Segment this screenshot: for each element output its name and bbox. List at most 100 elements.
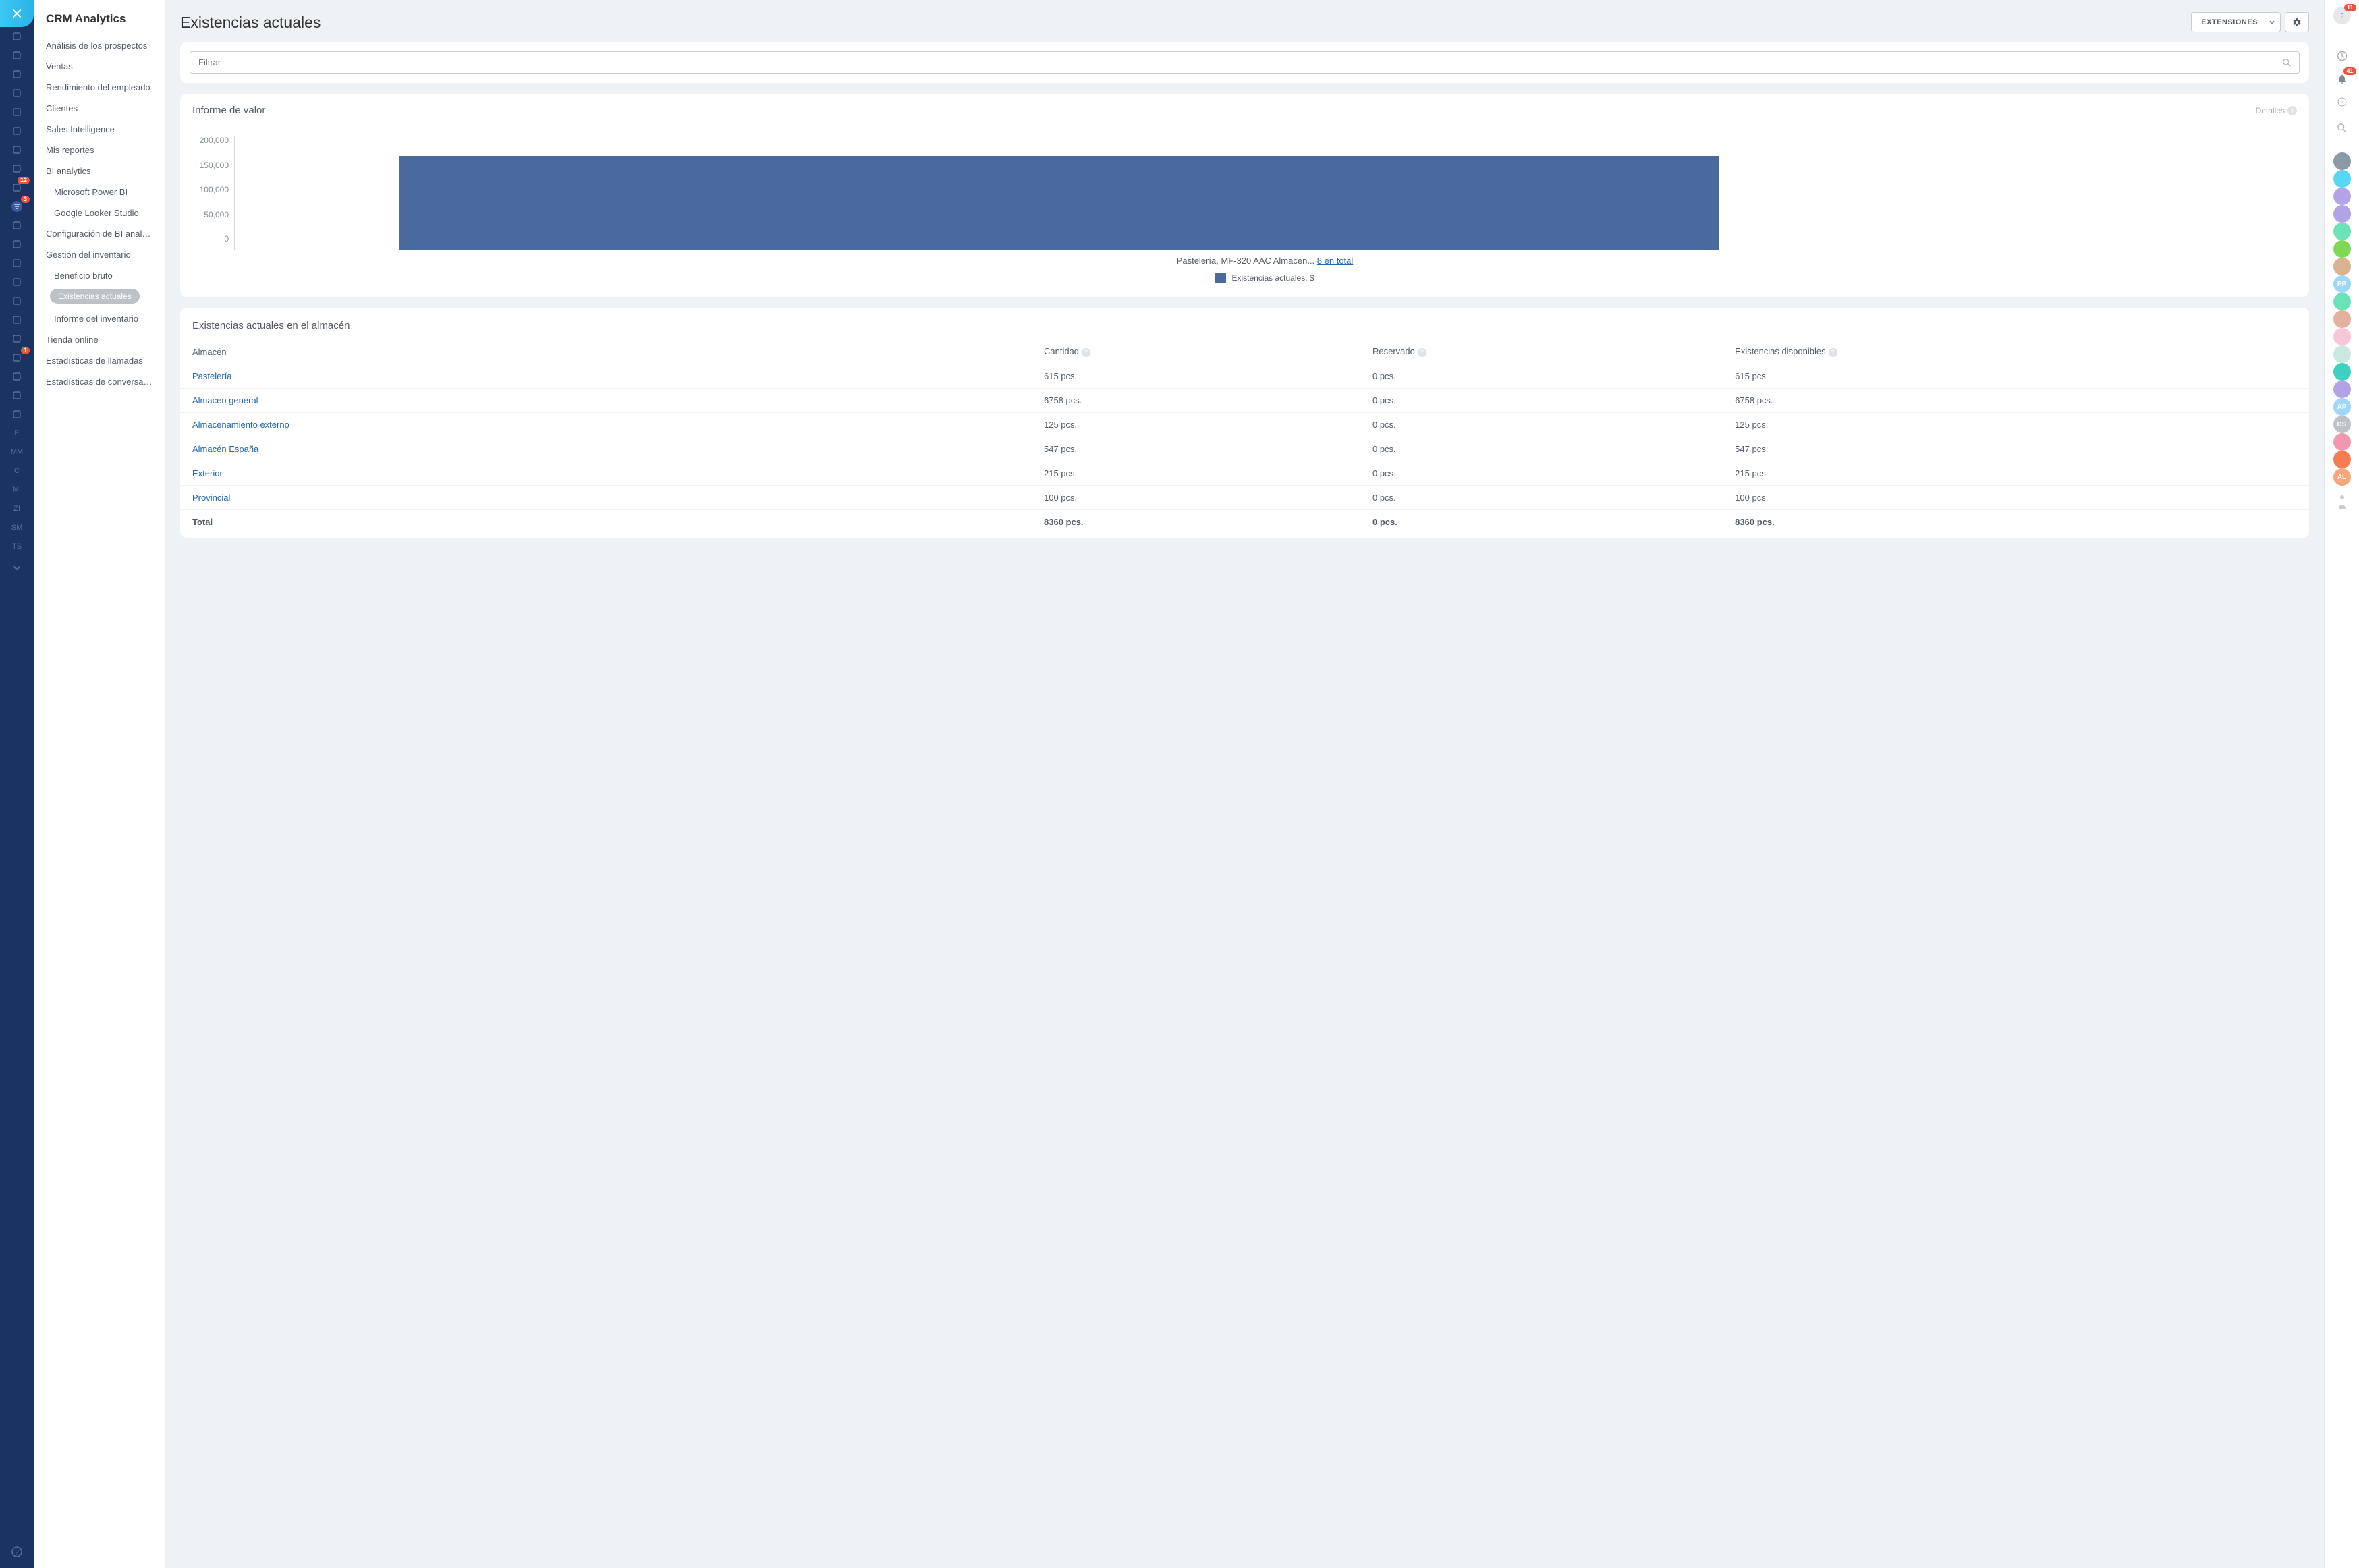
legend-swatch xyxy=(1215,273,1226,283)
sidebar-item[interactable]: Estadísticas de conversac... xyxy=(34,371,165,392)
sidebar-item[interactable]: Mis reportes xyxy=(34,140,165,161)
filter-panel xyxy=(180,42,2309,83)
sign-icon[interactable] xyxy=(0,291,34,310)
avatar[interactable]: DS xyxy=(2333,416,2351,433)
close-button[interactable] xyxy=(0,0,34,27)
chart-total-link[interactable]: 8 en total xyxy=(1317,256,1354,266)
extensions-button[interactable]: EXTENSIONES xyxy=(2191,12,2268,32)
avatar[interactable] xyxy=(2333,345,2351,363)
cell-avail: 6758 pcs. xyxy=(1723,389,2309,413)
target-icon[interactable] xyxy=(0,235,34,254)
rail-letter-ts[interactable]: TS xyxy=(0,537,34,556)
table-header-row: Almacén Cantidad? Reservado? Existencias… xyxy=(180,339,2309,364)
avatar[interactable] xyxy=(2333,310,2351,328)
cell-avail: 215 pcs. xyxy=(1723,461,2309,486)
warehouse-link[interactable]: Provincial xyxy=(180,486,1032,510)
rail-letter-e[interactable]: E xyxy=(0,424,34,443)
report-title: Informe de valor xyxy=(192,105,265,116)
comment-button[interactable] xyxy=(2333,93,2351,111)
robot-icon[interactable]: 1 xyxy=(0,348,34,367)
card-icon[interactable] xyxy=(0,46,34,65)
warehouse-link[interactable]: Exterior xyxy=(180,461,1032,486)
sidebar-item[interactable]: Google Looker Studio xyxy=(34,202,165,223)
mail-icon[interactable] xyxy=(0,140,34,159)
settings-button[interactable] xyxy=(2285,12,2309,32)
rail-letter-mi[interactable]: MI xyxy=(0,480,34,499)
bars-icon[interactable] xyxy=(0,310,34,329)
sidebar-item[interactable]: Clientes xyxy=(34,98,165,119)
bank-icon[interactable] xyxy=(0,216,34,235)
chart-legend: Existencias actuales, $ xyxy=(234,273,2296,283)
cart-icon[interactable] xyxy=(0,254,34,273)
drive-icon[interactable] xyxy=(0,121,34,140)
sidebar-item[interactable]: Configuración de BI analy... xyxy=(34,223,165,244)
sidebar-item[interactable]: Estadísticas de llamadas xyxy=(34,350,165,371)
sidebar-item[interactable]: Beneficio bruto xyxy=(34,265,165,286)
rail-letter-c[interactable]: C xyxy=(0,461,34,480)
warehouse-link[interactable]: Almacen general xyxy=(180,389,1032,413)
sidebar-item[interactable]: Ventas xyxy=(34,56,165,77)
clock-button[interactable] xyxy=(2333,47,2351,65)
filter-icon[interactable]: 3 xyxy=(0,197,34,216)
warehouse-link[interactable]: Pastelería xyxy=(180,364,1032,389)
avatar[interactable] xyxy=(2333,240,2351,258)
avatar[interactable] xyxy=(2333,451,2351,468)
chat-icon[interactable] xyxy=(0,65,34,84)
avatar[interactable]: AL xyxy=(2333,468,2351,486)
rail-letter-mm[interactable]: MM xyxy=(0,443,34,461)
chart-area: 200,000150,000100,00050,0000 Pastelería,… xyxy=(180,123,2309,297)
avatar[interactable] xyxy=(2333,328,2351,345)
total-res: 0 pcs. xyxy=(1360,510,1723,534)
cell-avail: 547 pcs. xyxy=(1723,437,2309,461)
rail-letter-zi[interactable]: ZI xyxy=(0,499,34,518)
help-button[interactable]: ? 11 xyxy=(2333,7,2351,24)
user-figure-icon[interactable] xyxy=(2335,491,2349,509)
avatar[interactable]: AP xyxy=(2333,398,2351,416)
sidebar-item[interactable]: Rendimiento del empleado xyxy=(34,77,165,98)
y-tick: 50,000 xyxy=(204,210,229,219)
avatar[interactable]: PP xyxy=(2333,275,2351,293)
search-icon[interactable] xyxy=(2282,58,2292,67)
sidebar-item[interactable]: Tienda online xyxy=(34,329,165,350)
avatar[interactable] xyxy=(2333,258,2351,275)
filter-input[interactable] xyxy=(190,51,2300,74)
id-icon[interactable] xyxy=(0,329,34,348)
avatar[interactable] xyxy=(2333,152,2351,170)
header-actions: EXTENSIONES xyxy=(2191,12,2309,32)
notifications-button[interactable]: 41 xyxy=(2333,70,2351,88)
help-icon[interactable]: ? xyxy=(0,1542,34,1561)
chevron-down-icon[interactable] xyxy=(0,559,34,578)
avatar[interactable] xyxy=(2333,223,2351,240)
warehouse-link[interactable]: Almacén España xyxy=(180,437,1032,461)
avatar[interactable] xyxy=(2333,205,2351,223)
people-icon[interactable] xyxy=(0,159,34,178)
sidebar-item[interactable]: BI analytics xyxy=(34,161,165,181)
avatar[interactable] xyxy=(2333,293,2351,310)
sidebar-item[interactable]: Sales Intelligence xyxy=(34,119,165,140)
extensions-dropdown[interactable] xyxy=(2264,12,2281,32)
avatar[interactable] xyxy=(2333,188,2351,205)
doc-icon[interactable] xyxy=(0,103,34,121)
avatar[interactable] xyxy=(2333,363,2351,381)
search-button[interactable] xyxy=(2333,119,2351,136)
code-icon[interactable] xyxy=(0,405,34,424)
rail-letter-sm[interactable]: SM xyxy=(0,518,34,537)
avatar[interactable] xyxy=(2333,170,2351,188)
cube-icon[interactable] xyxy=(0,367,34,386)
sidebar-item[interactable]: Gestión del inventario xyxy=(34,244,165,265)
sidebar-item[interactable]: Microsoft Power BI xyxy=(34,181,165,202)
y-axis: 200,000150,000100,00050,0000 xyxy=(194,136,234,244)
avatar[interactable] xyxy=(2333,433,2351,451)
star-icon[interactable] xyxy=(0,27,34,46)
stocks-icon[interactable] xyxy=(0,386,34,405)
calendar-icon[interactable] xyxy=(0,84,34,103)
report-details-button[interactable]: Detalles i xyxy=(2256,106,2297,115)
sidebar-item[interactable]: Análisis de los prospectos xyxy=(34,35,165,56)
col-reserved: Reservado? xyxy=(1360,339,1723,364)
edit-icon[interactable] xyxy=(0,273,34,291)
warehouse-link[interactable]: Almacenamiento externo xyxy=(180,413,1032,437)
sidebar-item[interactable]: Informe del inventario xyxy=(34,308,165,329)
sidebar-item-active[interactable]: Existencias actuales xyxy=(50,289,140,304)
avatar[interactable] xyxy=(2333,381,2351,398)
checkbox-icon[interactable]: 12 xyxy=(0,178,34,197)
